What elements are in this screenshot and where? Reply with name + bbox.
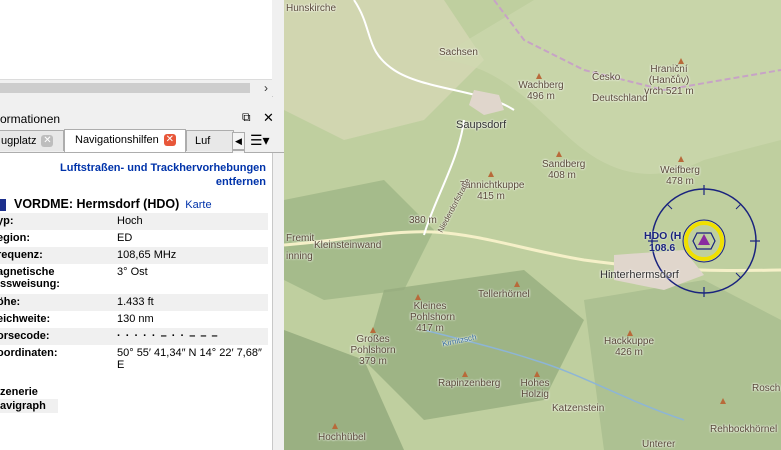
property-table: yp: Hoch egion: ED requenz: 108,65 MHz a… [0,213,272,375]
property-value: 130 nm [117,313,154,325]
peak-icon [720,398,726,404]
property-key: orsecode: [0,330,50,342]
map-label: Rapinzenberg [438,378,501,389]
peak-icon [370,327,376,333]
tab-menu-icon[interactable]: ☰▾ [250,132,278,150]
tab-flugplatz[interactable]: ugplatz ✕ [0,130,64,151]
peak-icon [514,281,520,287]
tab-label: ugplatz [1,135,37,147]
property-key: agnetische issweisung: [0,266,60,290]
map-label: Hackkuppe 426 m [604,336,655,358]
tab-bar: ugplatz✕ Navigationshilfen✕ Luf ◀▶ ☰▾ [0,129,284,168]
close-icon[interactable]: ✕ [263,110,274,126]
vor-title: VORDME: Hermsdorf (HDO) Karte [0,197,212,211]
property-value: 1.433 ft [117,296,154,308]
map-label: Hohes Holzig [520,378,550,400]
property-row: öhe: 1.433 ft [0,294,268,311]
property-value: · · · · · – · · – – – [117,330,219,342]
property-value: 108,65 MHz [117,249,177,261]
peak-icon [678,58,684,64]
dock-header: ormationen ⧉ ✕ [0,110,284,128]
navigraph-label: avigraph [0,399,58,413]
peak-icon [462,371,468,377]
map-label: Hraniční (Hančův) vrch 521 m [644,64,694,97]
map-label: Česko [592,72,621,83]
property-value: ED [117,232,133,244]
map-label: Hunskirche [286,3,337,14]
tab-label: Navigationshilfen [75,134,159,146]
property-key: öhe: [0,296,21,308]
vor-map-label: HDO (H [644,230,682,242]
map-label: Katzenstein [552,403,605,414]
map-label: Fremit [286,233,315,244]
map-label: Kleines Pohlshorn 417 m [410,301,456,334]
property-row: yp: Hoch [0,213,268,230]
map-label: Unterer [642,439,676,450]
peak-icon [415,294,421,300]
map-label: Rosch [752,383,781,394]
scroll-right-icon[interactable]: › [264,81,268,95]
property-value: 50° 55′ 41,34″ N 14° 22′ 7,68″ E [117,347,262,371]
property-key: requenz: [0,249,43,261]
float-icon[interactable]: ⧉ [242,110,251,125]
map-link[interactable]: Karte [185,199,211,211]
map-label: Wachberg 496 m [518,80,564,102]
map-label: Sachsen [439,47,478,58]
peak-icon [678,156,684,162]
tab-left-icon[interactable]: ◀ [232,132,245,150]
property-key: oordinaten: [0,347,58,359]
tab-luftraum[interactable]: Luf [186,130,234,151]
left-panel: › ormationen ⧉ ✕ ugplatz ✕ Navigationshil… [0,0,284,450]
property-row: requenz: 108,65 MHz [0,247,268,264]
peak-icon [627,330,633,336]
vor-map-frequency: 108.6 [649,242,676,254]
map-label: Weifberg 478 m [660,165,700,187]
horizontal-scrollbar[interactable]: › [0,79,272,97]
map-label-town: Saupsdorf [456,119,507,131]
map-label: Sandberg 408 m [542,159,586,181]
scrollbar-thumb[interactable] [0,83,250,93]
property-key: eichweite: [0,313,51,325]
peak-icon [488,171,494,177]
top-list-view[interactable]: › [0,0,273,97]
map-label: inning [286,251,313,262]
property-row: orsecode: · · · · · – · · – – – [0,328,268,345]
map-label: Tellerhörnel [478,289,530,300]
tab-close-icon[interactable]: ✕ [163,134,176,147]
property-value: 3° Ost [117,266,148,278]
map-label: Kleinsteinwand [314,240,382,251]
property-row: eichweite: 130 nm [0,311,268,328]
property-value: Hoch [117,215,143,227]
peak-icon [536,73,542,79]
property-key: yp: [0,215,14,227]
remove-highlights-link[interactable]: Luftstraßen- und Trackhervorhebungen ent… [16,161,266,189]
map-label: Hochhübel [318,432,366,443]
peak-icon [534,371,540,377]
peak-icon [332,423,338,429]
splitter[interactable] [272,0,284,96]
tab-navigationshilfen[interactable]: Navigationshilfen ✕ [64,129,186,152]
navaid-info-content: Luftstraßen- und Trackhervorhebungen ent… [0,153,273,450]
property-row: egion: ED [0,230,268,247]
extra-section: zenerie avigraph [0,385,58,413]
map-view[interactable]: Hunskirche Sachsen Česko Deutschland Hra… [284,0,781,450]
tab-label: Luf [195,135,211,147]
scenery-label: zenerie [0,386,38,398]
map-label: Großes Pohlshorn 379 m [350,334,396,367]
peak-icon [556,151,562,157]
map-label-town: Hinterhermsdorf [600,269,679,281]
map-label: 380 m [409,215,437,226]
map-label: Rehbockhörnel [710,424,778,435]
property-row: oordinaten: 50° 55′ 41,34″ N 14° 22′ 7,6… [0,345,268,375]
tab-close-icon[interactable]: ✕ [41,135,54,148]
property-key: egion: [0,232,30,244]
property-row: agnetische issweisung: 3° Ost [0,264,268,294]
dock-title: ormationen [0,112,61,126]
vor-icon [0,198,6,211]
vor-title-text: VORDME: Hermsdorf (HDO) [14,197,180,211]
